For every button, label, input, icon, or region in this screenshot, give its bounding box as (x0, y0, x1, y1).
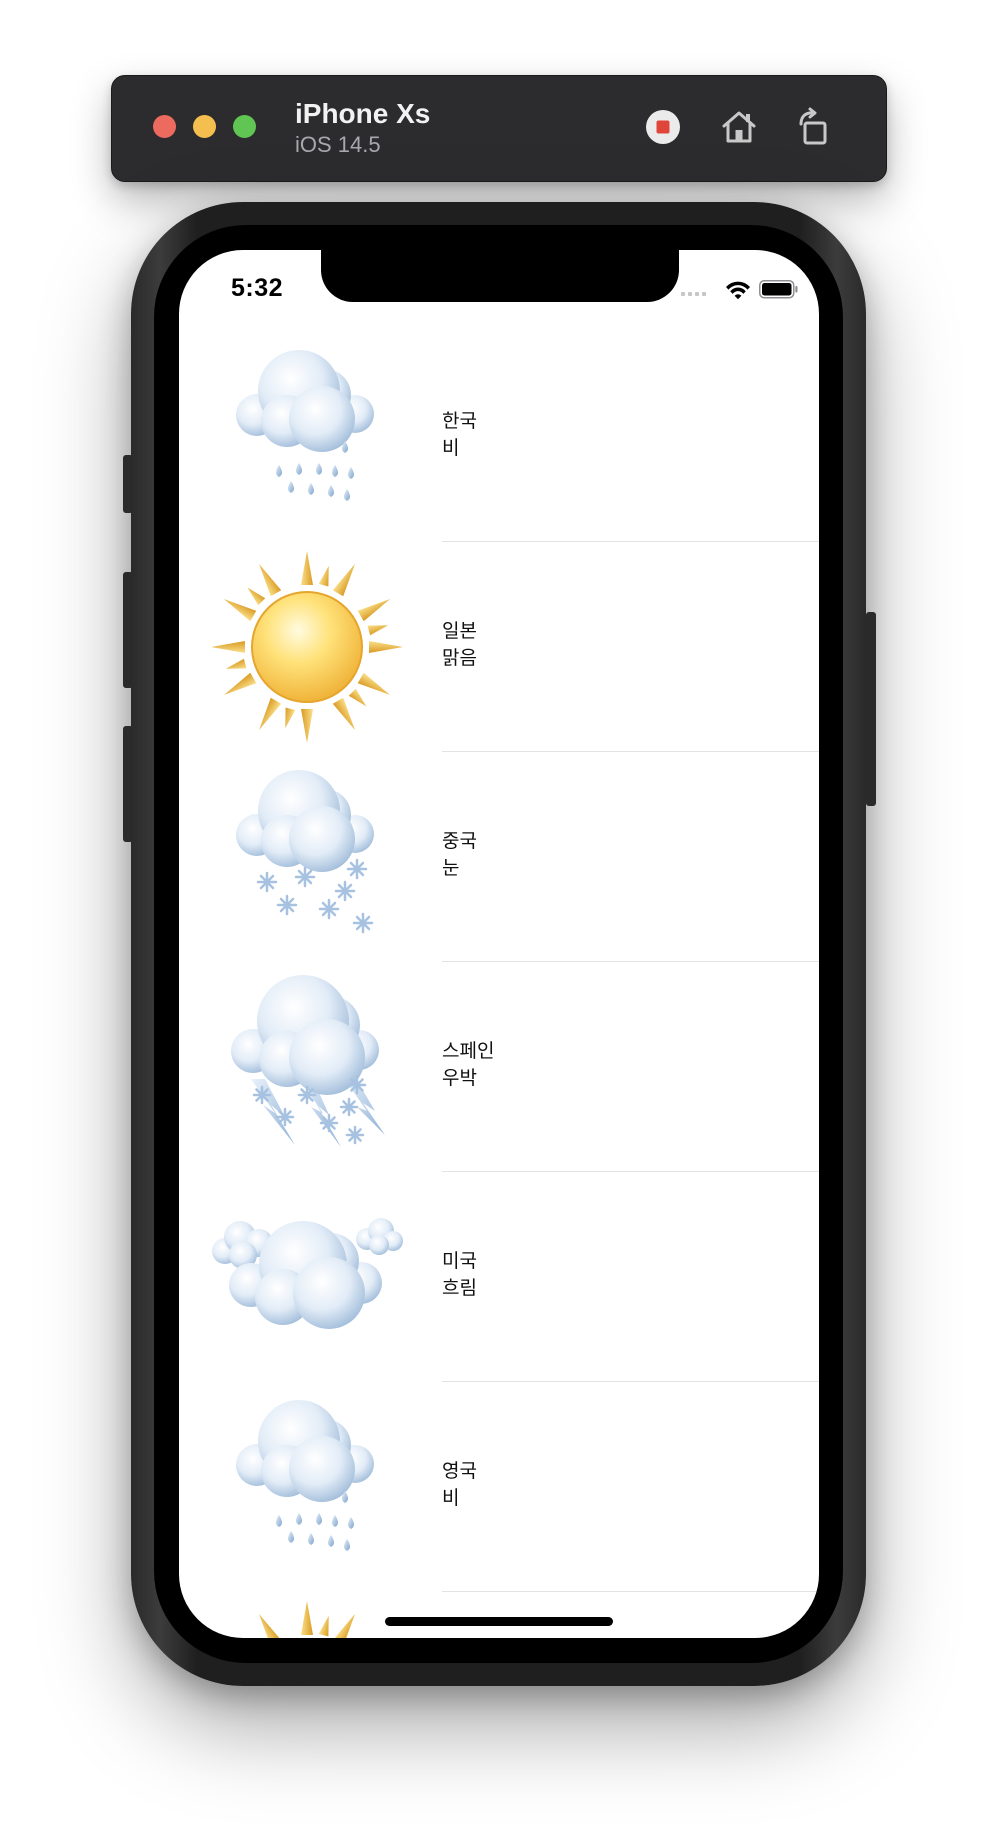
close-window-button[interactable] (153, 115, 176, 138)
weather-row[interactable]: 한국 비 (179, 332, 819, 542)
device-os-version: iOS 14.5 (295, 132, 381, 157)
weather-row-labels: 일본 맑음 (442, 618, 477, 672)
sun-icon (211, 551, 403, 743)
side-button (866, 612, 876, 806)
simulator-toolbar (111, 75, 887, 182)
cellular-signal-icon (681, 292, 706, 296)
weather-row-labels: 미국 흐림 (442, 1248, 477, 1302)
simulator-window: iPhone Xs iOS 14.5 5:32 한국 비 일본 맑음 중국 눈 … (0, 0, 996, 1834)
weather-row-labels: 한국 비 (442, 408, 477, 462)
stop-icon (646, 110, 680, 144)
wifi-icon (726, 281, 750, 300)
home-indicator[interactable] (385, 1617, 613, 1626)
weather-row[interactable]: 영국 비 (179, 1382, 819, 1592)
home-icon (722, 111, 756, 143)
weather-label: 흐림 (442, 1277, 477, 1299)
rain-icon (236, 1400, 374, 1551)
battery-icon (759, 280, 798, 299)
home-button[interactable] (716, 104, 762, 150)
weather-row-labels: 영국 비 (442, 1458, 477, 1512)
status-time: 5:32 (231, 274, 284, 302)
status-icons (679, 276, 799, 302)
device-name: iPhone Xs (295, 98, 431, 129)
rain-icon (236, 350, 374, 501)
weather-label: 우박 (442, 1067, 477, 1089)
weather-row-labels: 중국 눈 (442, 828, 477, 882)
weather-label: 비 (442, 1487, 460, 1509)
weather-row-labels: 스페인 우박 (442, 1038, 494, 1092)
country-label: 영국 (442, 1460, 477, 1482)
country-label: 중국 (442, 830, 477, 852)
zoom-window-button[interactable] (233, 115, 256, 138)
weather-label: 눈 (442, 857, 460, 879)
country-label: 한국 (442, 410, 477, 432)
weather-row[interactable]: 일본 맑음 (179, 542, 819, 752)
cloudy-icon (212, 1218, 403, 1329)
snow-icon (236, 770, 374, 934)
minimize-window-button[interactable] (193, 115, 216, 138)
country-label: 미국 (442, 1250, 477, 1272)
rotate-icon (799, 107, 827, 145)
phone-screen: 5:32 한국 비 일본 맑음 중국 눈 스페인 우박 미국 흐림 영국 비 (179, 250, 819, 1638)
weather-label: 맑음 (442, 647, 477, 669)
weather-row[interactable] (179, 1592, 819, 1638)
weather-row[interactable]: 스페인 우박 (179, 962, 819, 1172)
weather-table[interactable]: 한국 비 일본 맑음 중국 눈 스페인 우박 미국 흐림 영국 비 (179, 332, 819, 1638)
rotate-button[interactable] (790, 104, 836, 150)
notch (321, 250, 679, 302)
weather-row[interactable]: 미국 흐림 (179, 1172, 819, 1382)
hail-icon (231, 975, 385, 1147)
country-label: 일본 (442, 620, 477, 642)
stop-button[interactable] (640, 104, 686, 150)
weather-label: 비 (442, 437, 460, 459)
weather-row[interactable]: 중국 눈 (179, 752, 819, 962)
sun-icon (247, 1601, 355, 1638)
country-label: 스페인 (442, 1040, 495, 1062)
